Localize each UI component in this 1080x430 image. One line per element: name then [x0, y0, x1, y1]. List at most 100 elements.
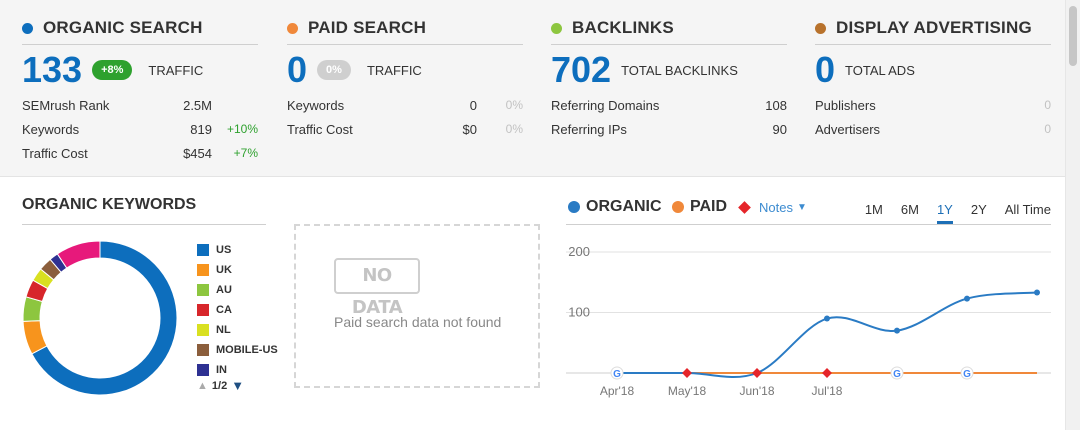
pager-up-icon[interactable]: ▲: [197, 380, 208, 392]
notes-label: Notes: [759, 200, 793, 215]
donut-slice[interactable]: [56, 240, 101, 269]
trend-chart-header: ORGANIC PAID Notes ▼ 1M 6M 1Y 2Y All Time: [566, 196, 1051, 225]
organic-dot-icon: [22, 22, 33, 34]
organic-traffic-value[interactable]: 133: [22, 50, 82, 90]
legend-item[interactable]: AU: [197, 280, 278, 300]
legend-label: AU: [216, 284, 232, 296]
page-scrollbar[interactable]: [1065, 0, 1080, 430]
organic-data-point[interactable]: [1034, 289, 1040, 296]
organic-data-point[interactable]: [894, 327, 900, 334]
no-data-message: Paid search data not found: [334, 314, 502, 330]
stat-value[interactable]: 2.5M: [142, 98, 212, 113]
stat-value[interactable]: 108: [717, 98, 787, 113]
organic-data-point[interactable]: [964, 295, 970, 302]
x-tick-label: Apr'18: [600, 384, 635, 398]
period-6m[interactable]: 6M: [901, 202, 919, 224]
stat-row: SEMrush Rank 2.5M: [22, 93, 258, 117]
period-1m[interactable]: 1M: [865, 202, 883, 224]
y-tick-label: 200: [568, 244, 590, 259]
note-marker-icon[interactable]: [682, 368, 692, 378]
organic-keywords-title: ORGANIC KEYWORDS: [22, 196, 266, 225]
backlinks-title[interactable]: BACKLINKS: [572, 18, 674, 38]
google-glyph: G: [613, 369, 621, 380]
period-2y[interactable]: 2Y: [971, 202, 987, 224]
note-marker-icon[interactable]: [822, 368, 832, 378]
legend-label: UK: [216, 264, 232, 276]
note-marker-icon[interactable]: [752, 368, 762, 378]
notes-dropdown[interactable]: Notes ▼: [738, 200, 807, 215]
legend-pager: ▲ 1/2 ▼: [197, 378, 244, 393]
scrollbar-thumb[interactable]: [1069, 6, 1077, 66]
legend-swatch: [197, 264, 209, 276]
display-advertising-card[interactable]: DISPLAY ADVERTISING 0 TOTAL ADS Publishe…: [815, 12, 1051, 141]
legend-item[interactable]: UK: [197, 260, 278, 280]
notes-diamond-icon: [738, 201, 751, 214]
organic-series-line: [616, 291, 1038, 379]
period-1y[interactable]: 1Y: [936, 202, 953, 224]
paid-search-card[interactable]: PAID SEARCH 0 0% TRAFFIC Keywords 0 0% T…: [287, 12, 523, 141]
organic-search-title[interactable]: ORGANIC SEARCH: [43, 18, 203, 38]
paid-search-title[interactable]: PAID SEARCH: [308, 18, 426, 38]
stat-value[interactable]: 0: [407, 98, 477, 113]
stat-row: Traffic Cost $454 +7%: [22, 141, 258, 165]
legend-item[interactable]: IN: [197, 360, 278, 380]
paid-keywords-empty: NO DATA Paid search data not found: [294, 224, 540, 388]
legend-item[interactable]: CA: [197, 300, 278, 320]
legend-label: MOBILE-US: [216, 344, 278, 356]
legend-paid[interactable]: PAID: [672, 198, 727, 216]
stat-value[interactable]: $0: [407, 122, 477, 137]
display-dot-icon: [815, 22, 826, 34]
pager-down-icon[interactable]: ▼: [231, 378, 244, 393]
legend-organic-label: ORGANIC: [586, 198, 662, 215]
legend-organic[interactable]: ORGANIC: [568, 198, 662, 216]
display-advertising-title[interactable]: DISPLAY ADVERTISING: [836, 18, 1032, 38]
stat-label: Keywords: [22, 121, 80, 137]
legend-label: IN: [216, 364, 227, 376]
stat-row: Publishers 0: [815, 93, 1051, 117]
organic-traffic-badge: +8%: [92, 60, 133, 80]
legend-label: US: [216, 244, 232, 256]
stat-label: SEMrush Rank: [22, 97, 110, 113]
legend-label: CA: [216, 304, 232, 316]
display-advertising-header: DISPLAY ADVERTISING: [815, 12, 1051, 45]
legend-swatch: [197, 244, 209, 256]
legend-label: NL: [216, 324, 231, 336]
period-all-time[interactable]: All Time: [1005, 202, 1051, 224]
paid-dot-icon: [672, 201, 684, 213]
legend-swatch: [197, 324, 209, 336]
stat-row: Advertisers 0: [815, 117, 1051, 141]
organic-search-card[interactable]: ORGANIC SEARCH 133 +8% TRAFFIC SEMrush R…: [22, 12, 258, 165]
x-tick-label: Jul'18: [812, 384, 843, 398]
backlinks-card[interactable]: BACKLINKS 702 TOTAL BACKLINKS Referring …: [551, 12, 787, 141]
stat-value[interactable]: 90: [717, 122, 787, 137]
legend-swatch: [197, 364, 209, 376]
stat-label: Traffic Cost: [287, 121, 353, 137]
organic-trend-chart: 100 200 Apr'18 May'18 Jun'18 Jul'18 G G G: [566, 244, 1051, 398]
stat-row: Referring Domains 108: [551, 93, 787, 117]
stat-row: Traffic Cost $0 0%: [287, 117, 523, 141]
legend-swatch: [197, 304, 209, 316]
stat-change: 0%: [505, 98, 523, 112]
stat-row: Keywords 0 0%: [287, 93, 523, 117]
legend-item[interactable]: NL: [197, 320, 278, 340]
paid-traffic-value[interactable]: 0: [287, 50, 307, 90]
paid-search-header: PAID SEARCH: [287, 12, 523, 45]
backlinks-dot-icon: [551, 22, 562, 34]
x-tick-label: Jun'18: [740, 384, 775, 398]
stat-value[interactable]: 819: [142, 122, 212, 137]
legend-item[interactable]: US: [197, 240, 278, 260]
organic-data-point[interactable]: [824, 315, 830, 322]
no-data-badge: NO DATA: [334, 258, 420, 318]
summary-panel: ORGANIC SEARCH 133 +8% TRAFFIC SEMrush R…: [0, 0, 1066, 177]
chevron-down-icon: ▼: [796, 202, 807, 213]
stat-change: 0%: [505, 122, 523, 136]
display-ads-value[interactable]: 0: [815, 50, 835, 90]
stat-change: +10%: [226, 122, 258, 136]
stat-value[interactable]: $454: [142, 146, 212, 161]
backlinks-value[interactable]: 702: [551, 50, 611, 90]
organic-keywords-donut: [22, 240, 178, 396]
legend-swatch: [197, 284, 209, 296]
legend-item[interactable]: MOBILE-US: [197, 340, 278, 360]
period-selector: 1M 6M 1Y 2Y All Time: [847, 202, 1051, 224]
stat-label: Traffic Cost: [22, 145, 88, 161]
